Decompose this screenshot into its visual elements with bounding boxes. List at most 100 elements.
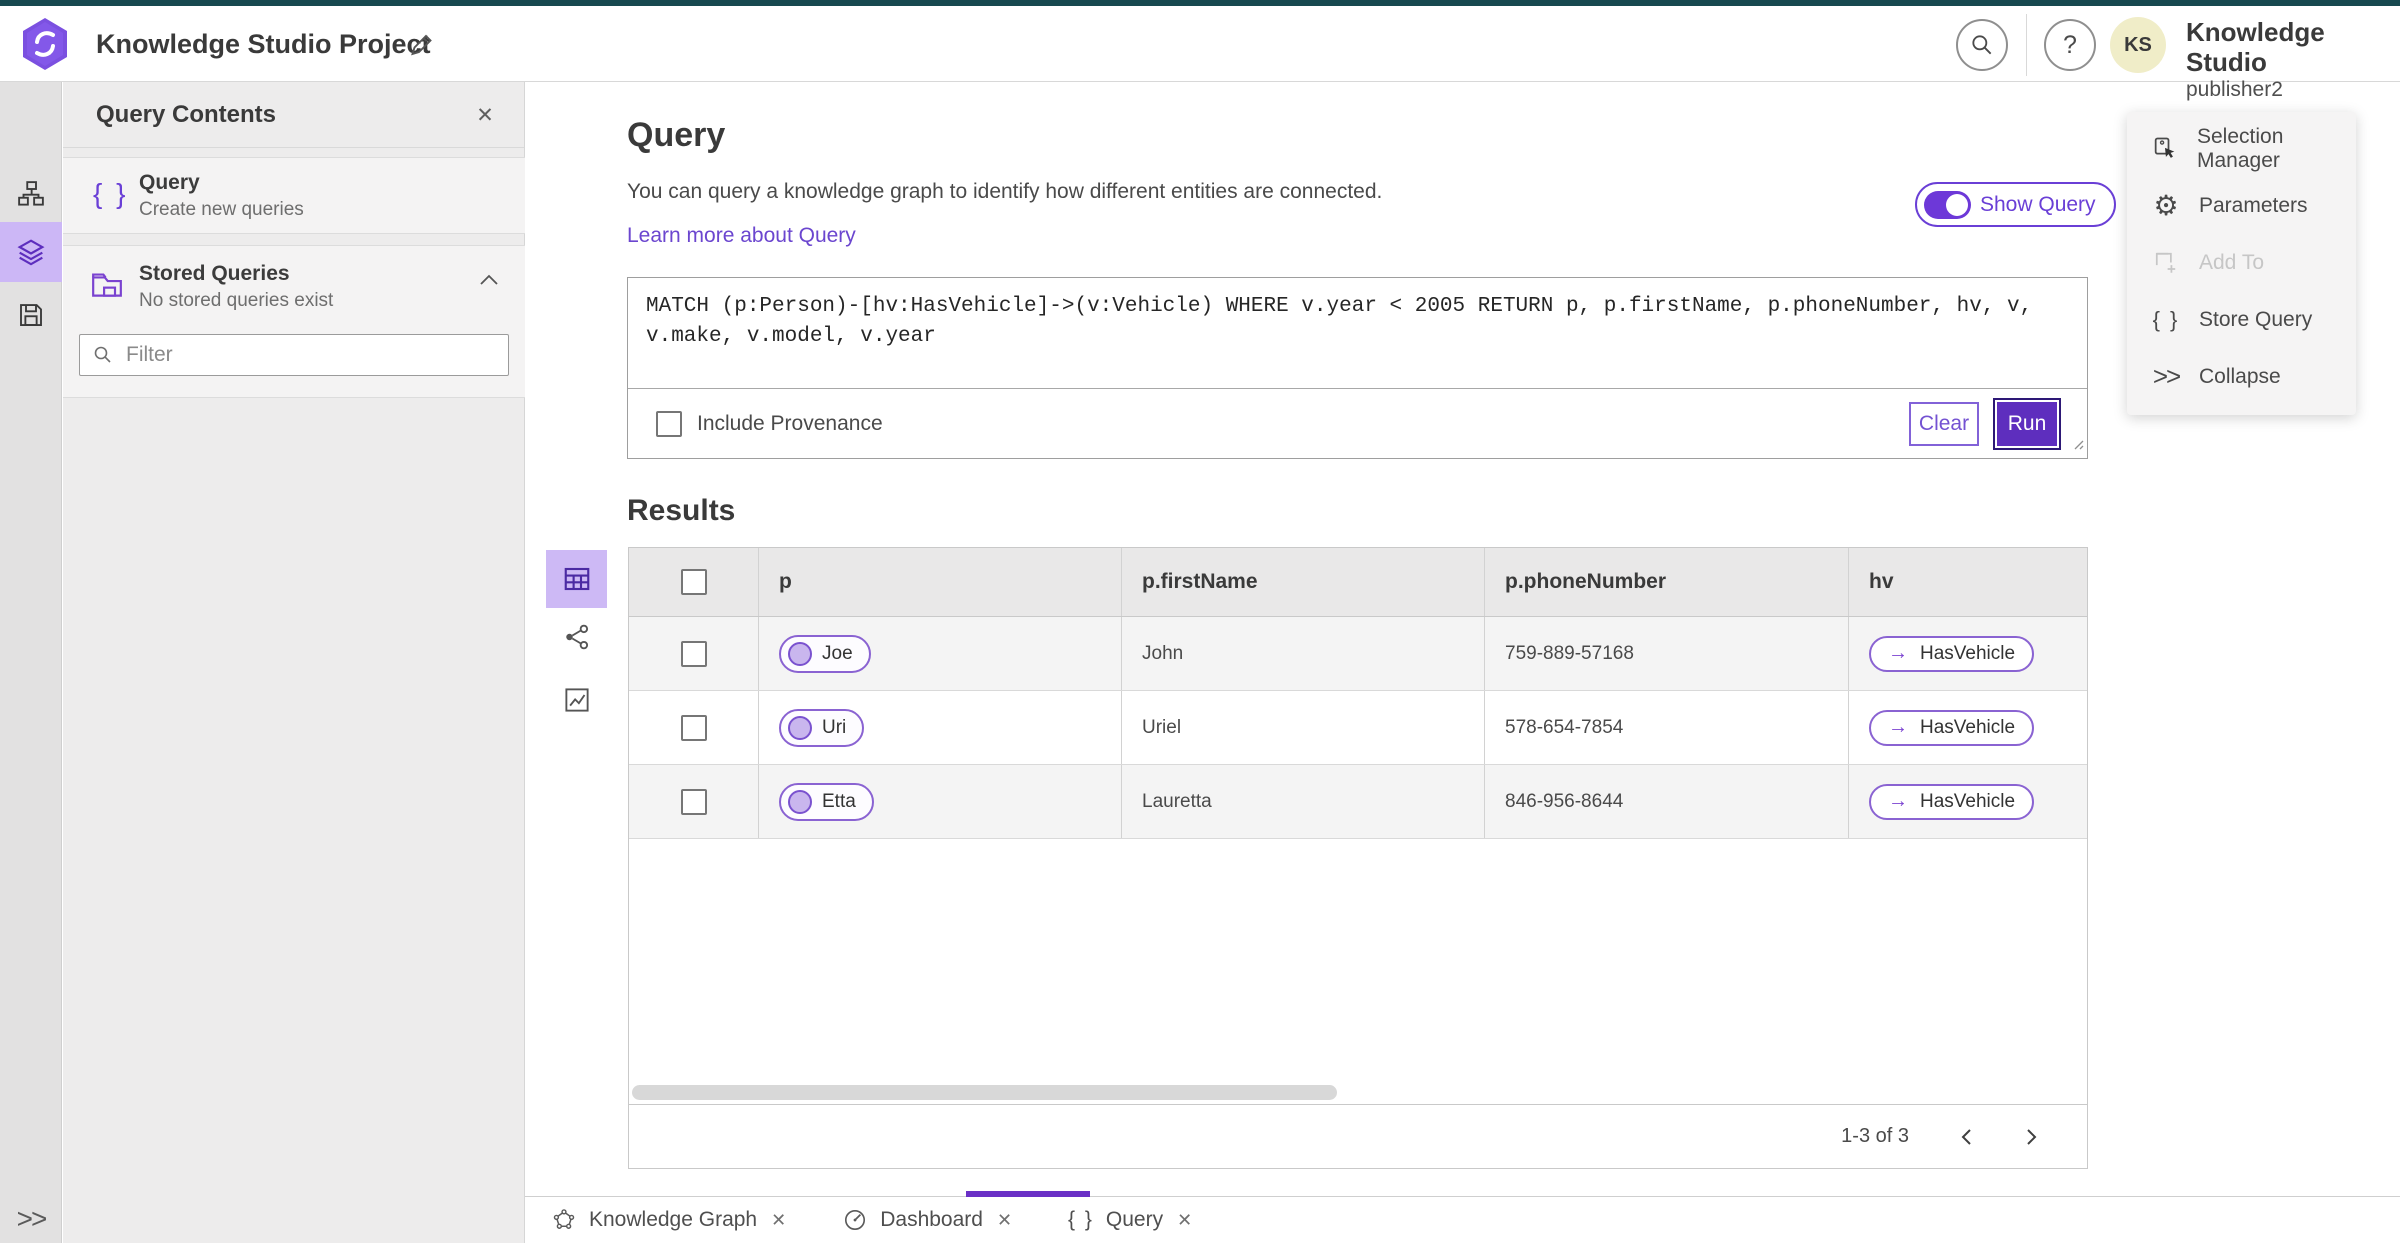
chevron-right-icon: [2027, 1128, 2037, 1145]
rail-save-button[interactable]: [0, 285, 62, 345]
folder-icon: [89, 268, 125, 305]
menu-item-label: Add To: [2199, 250, 2264, 274]
rail-hierarchy-button[interactable]: [0, 164, 62, 224]
node-label: Uri: [822, 716, 847, 738]
toggle-switch[interactable]: [1924, 190, 1971, 219]
filter-input[interactable]: [126, 343, 486, 367]
close-icon[interactable]: ✕: [771, 1210, 786, 1231]
avatar-initials: KS: [2124, 33, 2152, 56]
menu-item-parameters[interactable]: ⚙ Parameters: [2127, 177, 2356, 234]
node-pill[interactable]: Etta: [779, 782, 874, 821]
resize-handle-icon[interactable]: [2071, 437, 2085, 456]
query-contents-panel: Query Contents ✕ { } Query Create new qu…: [63, 82, 525, 1243]
table-header-row: p p.firstName p.phoneNumber hv: [629, 548, 2087, 617]
chart-view-button[interactable]: [561, 684, 593, 716]
hierarchy-icon: [18, 181, 44, 206]
save-icon: [20, 304, 42, 326]
edge-arrow-icon: →: [1888, 642, 1908, 664]
menu-item-selection-manager[interactable]: Selection Manager: [2127, 120, 2356, 177]
query-textarea[interactable]: MATCH (p:Person)-[hv:HasVehicle]->(v:Veh…: [628, 278, 2087, 389]
cell-phonenumber: 578-654-7854: [1505, 716, 1624, 738]
add-to-icon: [2151, 250, 2181, 276]
run-button[interactable]: Run: [1993, 397, 2061, 450]
select-all-checkbox[interactable]: [680, 569, 707, 595]
search-button[interactable]: [1956, 19, 2008, 71]
help-button[interactable]: ?: [2044, 19, 2096, 71]
query-actions-menu: Selection Manager ⚙ Parameters Add To { …: [2127, 112, 2356, 415]
table-row[interactable]: Joe John 759-889-57168 → HasVehicle: [629, 617, 2087, 691]
gear-icon: ⚙: [2153, 189, 2179, 221]
chevron-left-icon: [1961, 1128, 1971, 1145]
product-name: Knowledge Studio: [2186, 17, 2325, 77]
menu-item-add-to[interactable]: Add To: [2127, 234, 2356, 291]
sidebar-item-query[interactable]: { } Query Create new queries: [63, 157, 525, 234]
row-checkbox[interactable]: [680, 640, 707, 667]
include-provenance-checkbox[interactable]: [656, 410, 682, 437]
previous-page-button[interactable]: [1947, 1117, 1987, 1157]
close-icon[interactable]: ✕: [997, 1210, 1012, 1231]
tab-label: Query: [1105, 1208, 1164, 1231]
menu-item-collapse[interactable]: >> Collapse: [2127, 348, 2356, 405]
next-page-button[interactable]: [2011, 1117, 2051, 1157]
topbar: Knowledge Studio Project ? KS Knowledge …: [0, 6, 2400, 101]
rail-expand-button[interactable]: >>: [0, 1203, 62, 1235]
edit-title-button[interactable]: [402, 26, 438, 62]
close-icon[interactable]: ✕: [1177, 1210, 1192, 1231]
table-view-button[interactable]: [546, 550, 607, 608]
cell-firstname: Lauretta: [1142, 790, 1212, 812]
left-icon-rail: >>: [0, 82, 62, 1243]
cell-phonenumber: 846-956-8644: [1505, 790, 1624, 812]
panel-close-button[interactable]: ✕: [470, 100, 500, 130]
query-item-label: Query: [139, 171, 200, 194]
row-checkbox[interactable]: [680, 714, 707, 741]
horizontal-scrollbar[interactable]: [632, 1085, 1337, 1100]
pencil-icon: [411, 34, 432, 56]
user-avatar[interactable]: KS: [2110, 17, 2166, 73]
menu-item-store-query[interactable]: { } Store Query: [2127, 291, 2356, 348]
toggle-label: Show Query: [1980, 192, 2096, 216]
edge-pill[interactable]: → HasVehicle: [1869, 709, 2035, 746]
chevron-up-icon: [480, 274, 498, 285]
column-header-firstname[interactable]: p.firstName: [1142, 570, 1258, 594]
search-icon: [1972, 35, 1992, 55]
table-icon: [564, 567, 589, 591]
tab-query[interactable]: { } Query ✕: [1064, 1197, 1196, 1243]
stored-queries-sublabel: No stored queries exist: [139, 290, 334, 311]
show-query-toggle[interactable]: Show Query: [1915, 182, 2116, 227]
node-icon: [788, 715, 812, 740]
stored-queries-section: Stored Queries No stored queries exist: [63, 245, 525, 398]
layers-icon: [17, 239, 45, 266]
collapse-section-button[interactable]: [477, 272, 501, 293]
edge-label: HasVehicle: [1920, 790, 2016, 812]
pagination-bar: 1-3 of 3: [629, 1104, 2087, 1168]
cell-firstname: John: [1142, 642, 1184, 664]
double-chevron-icon: >>: [16, 1203, 48, 1234]
tab-knowledge-graph[interactable]: Knowledge Graph ✕: [547, 1197, 790, 1243]
search-icon: [94, 346, 111, 363]
double-chevron-icon: >>: [2152, 361, 2181, 391]
dashboard-gauge-icon: [845, 1209, 866, 1231]
query-item-text: Query Create new queries: [139, 171, 304, 221]
project-title: Knowledge Studio Project: [96, 28, 431, 59]
tab-label: Knowledge Graph: [589, 1208, 758, 1231]
column-header-p[interactable]: p: [779, 570, 792, 594]
node-pill[interactable]: Uri: [779, 708, 865, 747]
edge-pill[interactable]: → HasVehicle: [1869, 783, 2035, 820]
column-header-phonenumber[interactable]: p.phoneNumber: [1505, 570, 1666, 594]
column-header-hv[interactable]: hv: [1869, 570, 1894, 594]
app-logo-icon: [20, 16, 70, 77]
edge-pill[interactable]: → HasVehicle: [1869, 635, 2035, 672]
rail-layers-button[interactable]: [0, 222, 62, 282]
graph-view-button[interactable]: [561, 621, 593, 653]
row-checkbox[interactable]: [680, 788, 707, 815]
table-row[interactable]: Etta Lauretta 846-956-8644 → HasVehicle: [629, 765, 2087, 839]
learn-more-link[interactable]: Learn more about Query: [627, 224, 856, 248]
edge-label: HasVehicle: [1920, 716, 2016, 738]
node-label: Joe: [822, 642, 853, 664]
username: publisher2: [2186, 77, 2283, 101]
node-pill[interactable]: Joe: [779, 634, 871, 673]
tab-dashboard[interactable]: Dashboard ✕: [838, 1197, 1016, 1243]
page-title: Query: [627, 116, 726, 154]
clear-button[interactable]: Clear: [1909, 401, 1979, 446]
table-row[interactable]: Uri Uriel 578-654-7854 → HasVehicle: [629, 691, 2087, 765]
